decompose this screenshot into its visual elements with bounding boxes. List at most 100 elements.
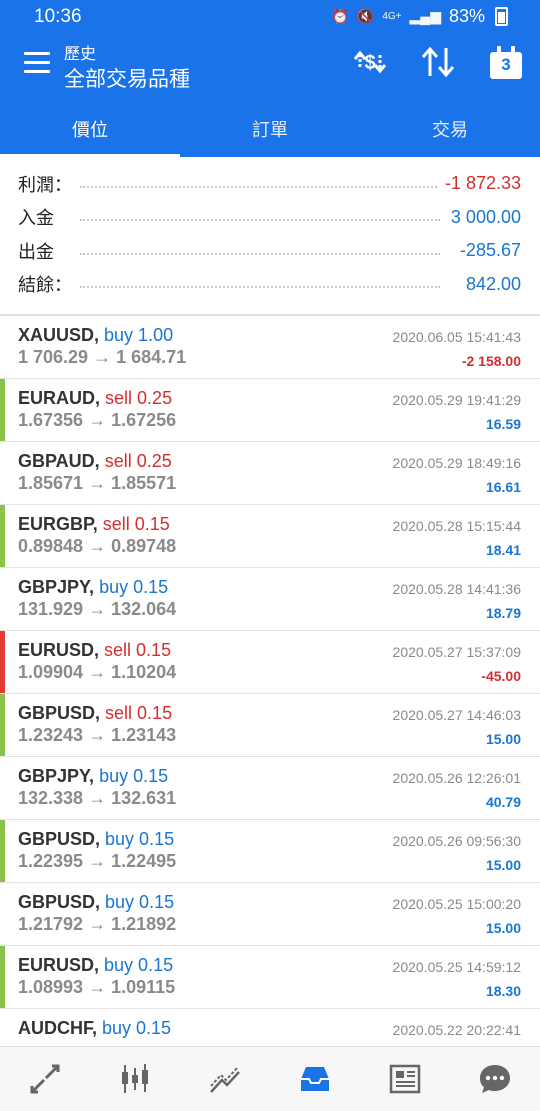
trade-symbol: EURGBP,	[18, 514, 98, 534]
trade-row[interactable]: GBPUSD, buy 0.15 1.22395 → 1.22495 2020.05…	[0, 820, 540, 883]
trade-profit: 40.79	[485, 794, 521, 810]
summary-row-balance: 結餘： 842.00	[0, 268, 540, 302]
status-time: 10:36	[34, 6, 82, 27]
close-price: 1.09115	[111, 977, 176, 997]
trade-action: buy 0.15	[104, 955, 174, 975]
arrow-right-icon: →	[83, 599, 112, 619]
nav-quotes[interactable]	[0, 1047, 90, 1111]
trade-row[interactable]: AUDCHF, buy 0.15 2020.05.22 20:22:41	[0, 1009, 540, 1046]
trade-symbol: GBPUSD,	[18, 829, 101, 849]
trade-row[interactable]: EURGBP, sell 0.15 0.89848 → 0.89748 2020.0…	[0, 505, 540, 568]
trade-list[interactable]: XAUUSD, buy 1.00 1 706.29 → 1 684.71 2020.…	[0, 316, 540, 1046]
trade-profit: 16.59	[485, 416, 521, 432]
trade-row[interactable]: GBPAUD, sell 0.25 1.85671 → 1.85571 2020.0…	[0, 442, 540, 505]
nav-history[interactable]	[270, 1047, 360, 1111]
currency-exchange-icon[interactable]: $	[350, 44, 390, 80]
trade-time: 2020.05.26 09:56:30	[392, 833, 521, 849]
trade-action: sell 0.15	[104, 640, 172, 660]
tab-deals[interactable]: 交易	[360, 100, 540, 157]
open-price: 1.85671	[18, 473, 84, 493]
nav-news[interactable]	[360, 1047, 450, 1111]
trade-time: 2020.05.27 14:46:03	[392, 707, 521, 723]
trade-time: 2020.05.25 15:00:20	[392, 896, 521, 912]
close-price: 1.10204	[111, 662, 177, 682]
page-title[interactable]: 全部交易品種	[64, 63, 190, 93]
trade-symbol-line: GBPAUD, sell 0.25	[18, 451, 172, 472]
trade-symbol: XAUUSD,	[18, 325, 100, 345]
summary-label: 入金	[18, 208, 54, 229]
trade-row[interactable]: EURUSD, buy 0.15 1.08993 → 1.09115 2020.05…	[0, 946, 540, 1009]
tab-positions[interactable]: 價位	[0, 100, 180, 157]
trade-action: buy 0.15	[105, 892, 175, 912]
chart-icon	[122, 1064, 148, 1093]
trade-profit: 18.79	[485, 605, 521, 621]
open-price: 0.89848	[18, 536, 84, 556]
calendar-icon[interactable]: 3	[488, 44, 524, 80]
trade-row[interactable]: XAUUSD, buy 1.00 1 706.29 → 1 684.71 2020.…	[0, 316, 540, 379]
trade-profit: 15.00	[485, 857, 521, 873]
trade-prices: 1.21792 → 1.21892	[18, 914, 176, 935]
dot-leader	[80, 185, 440, 188]
battery-percent: 83%	[448, 6, 485, 26]
trade-time: 2020.05.28 15:15:44	[392, 518, 521, 534]
trade-symbol: GBPAUD,	[18, 451, 100, 471]
arrow-right-icon: →	[83, 536, 112, 556]
signal-icon: ▂▄▆	[409, 8, 441, 24]
trade-symbol-line: EURUSD, buy 0.15	[18, 955, 173, 976]
dot-leader	[80, 252, 440, 255]
svg-text:$: $	[364, 52, 375, 74]
trade-time: 2020.05.29 19:41:29	[392, 392, 521, 408]
close-price: 132.631	[111, 788, 177, 808]
trade-row[interactable]: EURUSD, sell 0.15 1.09904 → 1.10204 2020.0…	[0, 631, 540, 694]
arrow-right-icon: →	[83, 473, 112, 493]
close-price: 0.89748	[111, 536, 177, 556]
trade-row[interactable]: GBPJPY, buy 0.15 131.929 → 132.064 2020.05…	[0, 568, 540, 631]
open-price: 1.22395	[18, 851, 84, 871]
summary-value: 3 000.00	[442, 206, 521, 228]
trade-profit: 18.41	[485, 542, 521, 558]
trade-symbol: GBPUSD,	[18, 703, 101, 723]
trade-action: sell 0.15	[105, 703, 173, 723]
nav-trade[interactable]	[180, 1047, 270, 1111]
nav-chat[interactable]	[450, 1047, 540, 1111]
quotes-icon	[30, 1064, 60, 1094]
trade-symbol-line: GBPJPY, buy 0.15	[18, 766, 168, 787]
status-bar-green	[0, 694, 5, 756]
summary-label: 結餘：	[18, 275, 72, 296]
close-price: 1.21892	[111, 914, 177, 934]
trade-time: 2020.05.27 15:37:09	[392, 644, 521, 660]
trade-action: buy 0.15	[99, 766, 169, 786]
trade-row[interactable]: GBPUSD, sell 0.15 1.23243 → 1.23143 2020.0…	[0, 694, 540, 757]
summary-label: 利潤：	[18, 174, 72, 195]
chat-icon	[480, 1065, 510, 1093]
trade-symbol-line: EURAUD, sell 0.25	[18, 388, 172, 409]
arrow-right-icon: →	[83, 788, 112, 808]
menu-icon[interactable]	[24, 52, 50, 74]
trade-symbol: EURUSD,	[18, 640, 100, 660]
open-price: 1 706.29	[18, 347, 89, 367]
trade-symbol: AUDCHF,	[18, 1018, 97, 1038]
trade-profit: -2 158.00	[461, 353, 521, 369]
trade-symbol: EURUSD,	[18, 955, 100, 975]
open-price: 1.23243	[18, 725, 84, 745]
tab-orders[interactable]: 訂單	[180, 100, 360, 157]
arrow-right-icon: →	[83, 914, 112, 934]
trade-row[interactable]: EURAUD, sell 0.25 1.67356 → 1.67256 2020.0…	[0, 379, 540, 442]
close-price: 1.67256	[111, 410, 177, 430]
summary-value: -1 872.33	[436, 173, 521, 195]
status-bar-red	[0, 631, 5, 693]
nav-chart[interactable]	[90, 1047, 180, 1111]
battery-icon	[495, 7, 508, 26]
trade-row[interactable]: GBPJPY, buy 0.15 132.338 → 132.631 2020.05…	[0, 757, 540, 820]
trade-profit: 18.30	[485, 983, 521, 999]
open-price: 132.338	[18, 788, 84, 808]
status-bar-green	[0, 505, 5, 567]
trade-time: 2020.05.25 14:59:12	[392, 959, 521, 975]
trade-action: sell 0.25	[104, 451, 172, 471]
sort-icon[interactable]	[418, 44, 458, 80]
trade-action: buy 0.15	[99, 577, 169, 597]
trade-row[interactable]: GBPUSD, buy 0.15 1.21792 → 1.21892 2020.05…	[0, 883, 540, 946]
trade-time: 2020.06.05 15:41:43	[392, 329, 521, 345]
network-label: 4G+	[382, 11, 402, 22]
close-price: 132.064	[111, 599, 177, 619]
